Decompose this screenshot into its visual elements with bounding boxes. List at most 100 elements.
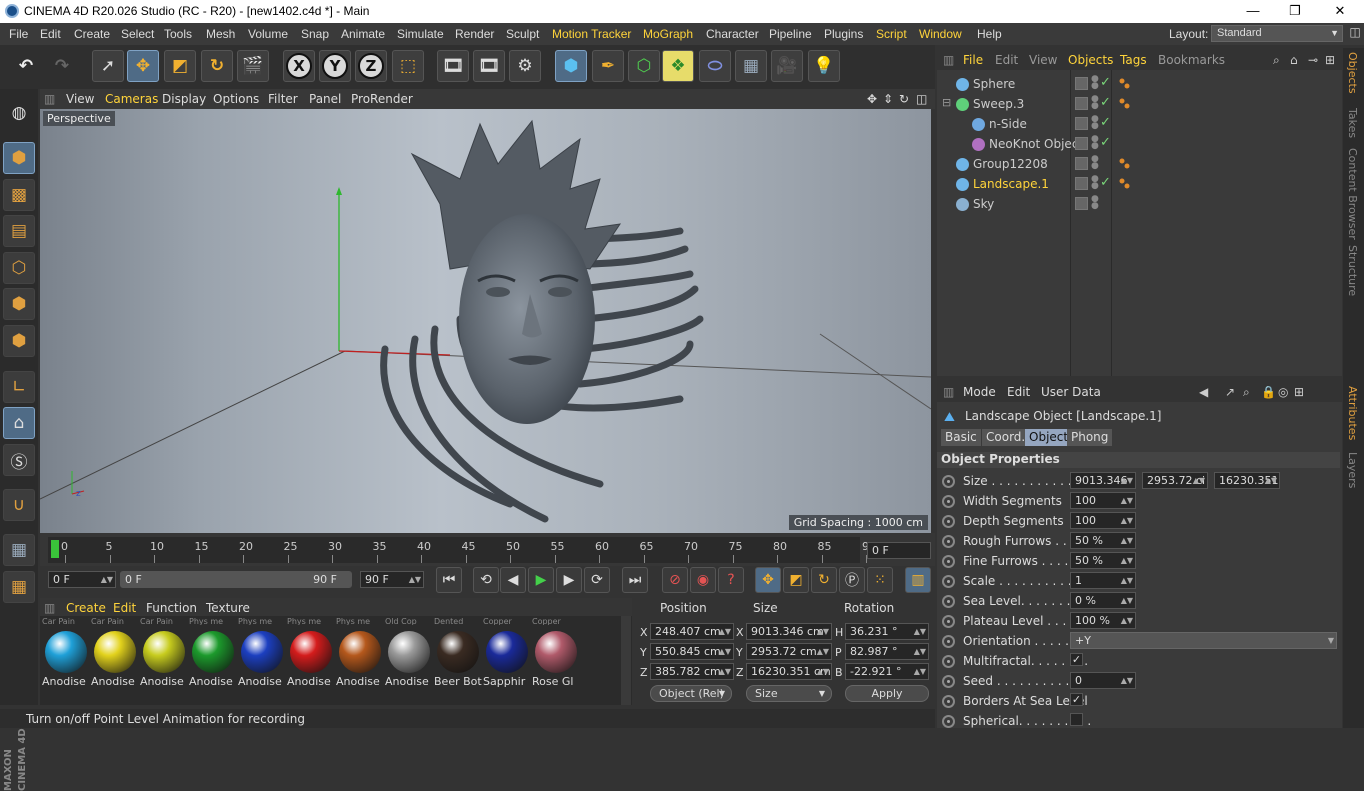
workplane-mode-button[interactable]: ▤ — [3, 215, 35, 247]
layer-swatch[interactable] — [1075, 197, 1088, 210]
menu-mesh[interactable]: Mesh — [206, 27, 235, 41]
size-x-input[interactable]: 9013.346 ▲▼ — [1070, 472, 1136, 489]
objects-menu-view[interactable]: View — [1029, 53, 1057, 67]
pen-spline-button[interactable]: ✒ — [592, 50, 624, 82]
size-mode-dropdown[interactable]: Size ▼ — [746, 685, 832, 702]
menu-create[interactable]: Create — [74, 27, 110, 41]
record-rotation-button[interactable]: ↻ — [811, 567, 837, 593]
menu-sculpt[interactable]: Sculpt — [506, 27, 539, 41]
previous-key-button[interactable]: ⟲ — [473, 567, 499, 593]
record-parameter-button[interactable]: Ⓟ — [839, 567, 865, 593]
material-swatch[interactable]: Copper Rose Gl — [532, 617, 580, 689]
go-to-end-button[interactable]: ⏭ — [622, 567, 648, 593]
search-icon[interactable]: ⌕ — [1243, 385, 1250, 400]
keyframe-selection-button[interactable]: ? — [718, 567, 744, 593]
coordinate-mode-dropdown[interactable]: Object (Rel) ▼ — [650, 685, 732, 702]
menu-volume[interactable]: Volume — [248, 27, 288, 41]
animate-radio-icon[interactable] — [942, 655, 955, 668]
menu-snap[interactable]: Snap — [301, 27, 329, 41]
next-key-button[interactable]: ⟳ — [584, 567, 610, 593]
undo-button[interactable]: ↶ — [10, 50, 42, 82]
side-tab-structure[interactable]: Structure — [1346, 245, 1359, 296]
phong-tag-icon[interactable] — [1118, 177, 1132, 191]
make-editable-button[interactable]: ◍ — [3, 97, 35, 129]
coordinate-system-button[interactable]: ⬚ — [392, 50, 424, 82]
layer-swatch[interactable] — [1075, 97, 1088, 110]
layer-swatch[interactable] — [1075, 117, 1088, 130]
material-swatch[interactable]: Phys me Anodise — [287, 617, 335, 689]
viewport-move-icon[interactable]: ✥ — [867, 92, 877, 106]
object-name[interactable]: Group12208 — [973, 157, 1048, 171]
planar-workplane-button[interactable]: ▦ — [3, 571, 35, 603]
layer-swatch[interactable] — [1075, 77, 1088, 90]
tab-object[interactable]: Object — [1025, 429, 1073, 446]
render-view-button[interactable]: 🎞 — [437, 50, 469, 82]
attribute-value-field[interactable]: 50 % ▲▼ — [1070, 532, 1136, 549]
animate-radio-icon[interactable] — [942, 695, 955, 708]
lock-icon[interactable]: 🔒 — [1261, 385, 1276, 399]
visibility-dots[interactable]: ● ● — [1091, 75, 1099, 91]
animate-radio-icon[interactable] — [942, 595, 955, 608]
new-panel-icon[interactable]: ⊞ — [1325, 53, 1335, 67]
new-panel-icon[interactable]: ⊞ — [1294, 385, 1304, 399]
render-picture-viewer-button[interactable]: 🎞 — [473, 50, 505, 82]
home-icon[interactable]: ⌂ — [1290, 53, 1298, 67]
menu-mograph[interactable]: MoGraph — [643, 27, 693, 41]
go-to-start-button[interactable]: ⏮ — [436, 567, 462, 593]
attribute-value-field[interactable]: 100 ▲▼ — [1070, 492, 1136, 509]
material-menu-edit[interactable]: Edit — [113, 601, 136, 615]
snap-button[interactable]: Ⓢ — [3, 444, 35, 476]
floor-object-button[interactable]: ▦ — [735, 50, 767, 82]
attribute-value-field[interactable]: 100 ▲▼ — [1070, 512, 1136, 529]
enabled-check-icon[interactable]: ✓ — [1100, 95, 1111, 110]
viewport-zoom-icon[interactable]: ⇕ — [883, 92, 893, 106]
current-frame-field[interactable]: 0 F — [867, 542, 931, 559]
size-y-field[interactable]: 2953.72 cm ▲▼ — [746, 643, 832, 660]
recent-tools-button[interactable]: 🎬 — [237, 50, 269, 82]
menu-motion-tracker[interactable]: Motion Tracker — [552, 27, 631, 41]
minimize-button[interactable]: — — [1245, 3, 1261, 19]
animate-radio-icon[interactable] — [942, 615, 955, 628]
objects-menu-file[interactable]: File — [963, 53, 983, 67]
layer-swatch[interactable] — [1075, 157, 1088, 170]
object-name[interactable]: Sky — [973, 197, 994, 211]
enable-axis-button[interactable]: ∟ — [3, 371, 35, 403]
tweak-mode-button[interactable]: ⌂ — [3, 407, 35, 439]
menu-tools[interactable]: Tools — [164, 27, 192, 41]
restore-button[interactable]: ❐ — [1287, 3, 1303, 19]
enabled-check-icon[interactable]: ✓ — [1100, 135, 1111, 150]
position-z-field[interactable]: 385.782 cm ▲▼ — [650, 663, 734, 680]
layer-swatch[interactable] — [1075, 177, 1088, 190]
material-swatch[interactable]: Phys me Anodise — [336, 617, 384, 689]
deformer-button[interactable]: ⬭ — [699, 50, 731, 82]
object-name[interactable]: n-Side — [989, 117, 1027, 131]
playhead[interactable] — [51, 540, 59, 558]
menu-window[interactable]: Window — [919, 27, 962, 41]
material-swatch[interactable]: Old Cop Anodise — [385, 617, 433, 689]
rotation-h-field[interactable]: 36.231 ° ▲▼ — [845, 623, 929, 640]
size-y-input[interactable]: 2953.72 ci ▲▼ — [1142, 472, 1208, 489]
phong-tag-icon[interactable] — [1118, 97, 1132, 111]
menu-simulate[interactable]: Simulate — [397, 27, 444, 41]
viewport-menu-cameras[interactable]: Cameras — [105, 92, 158, 106]
attribute-value-field[interactable]: 50 % ▲▼ — [1070, 552, 1136, 569]
object-name[interactable]: Sweep.3 — [973, 97, 1024, 111]
viewport-menu-panel[interactable]: Panel — [309, 92, 341, 106]
apply-button[interactable]: Apply — [845, 685, 929, 702]
material-scrollbar[interactable] — [621, 616, 631, 705]
enabled-check-icon[interactable]: ✓ — [1100, 115, 1111, 130]
menu-file[interactable]: File — [9, 27, 28, 41]
enabled-check-icon[interactable]: ✓ — [1100, 175, 1111, 190]
3d-viewport[interactable]: z Perspective Grid Spacing : 1000 cm — [40, 109, 931, 533]
viewport-menu-options[interactable]: Options — [213, 92, 259, 106]
x-axis-lock-button[interactable]: X — [283, 50, 315, 82]
object-row[interactable]: Sky ● ● — [940, 194, 1340, 214]
object-name[interactable]: NeoKnot Object — [989, 137, 1083, 151]
texture-mode-button[interactable]: ▩ — [3, 179, 35, 211]
attribute-value-field[interactable]: 0 ▲▼ — [1070, 672, 1136, 689]
phong-tag-icon[interactable] — [1118, 77, 1132, 91]
animate-radio-icon[interactable] — [942, 715, 955, 728]
material-swatch[interactable]: Copper Sapphir — [483, 617, 531, 689]
viewport-menu-view[interactable]: View — [66, 92, 94, 106]
material-swatch[interactable]: Car Pain Anodise — [140, 617, 188, 689]
